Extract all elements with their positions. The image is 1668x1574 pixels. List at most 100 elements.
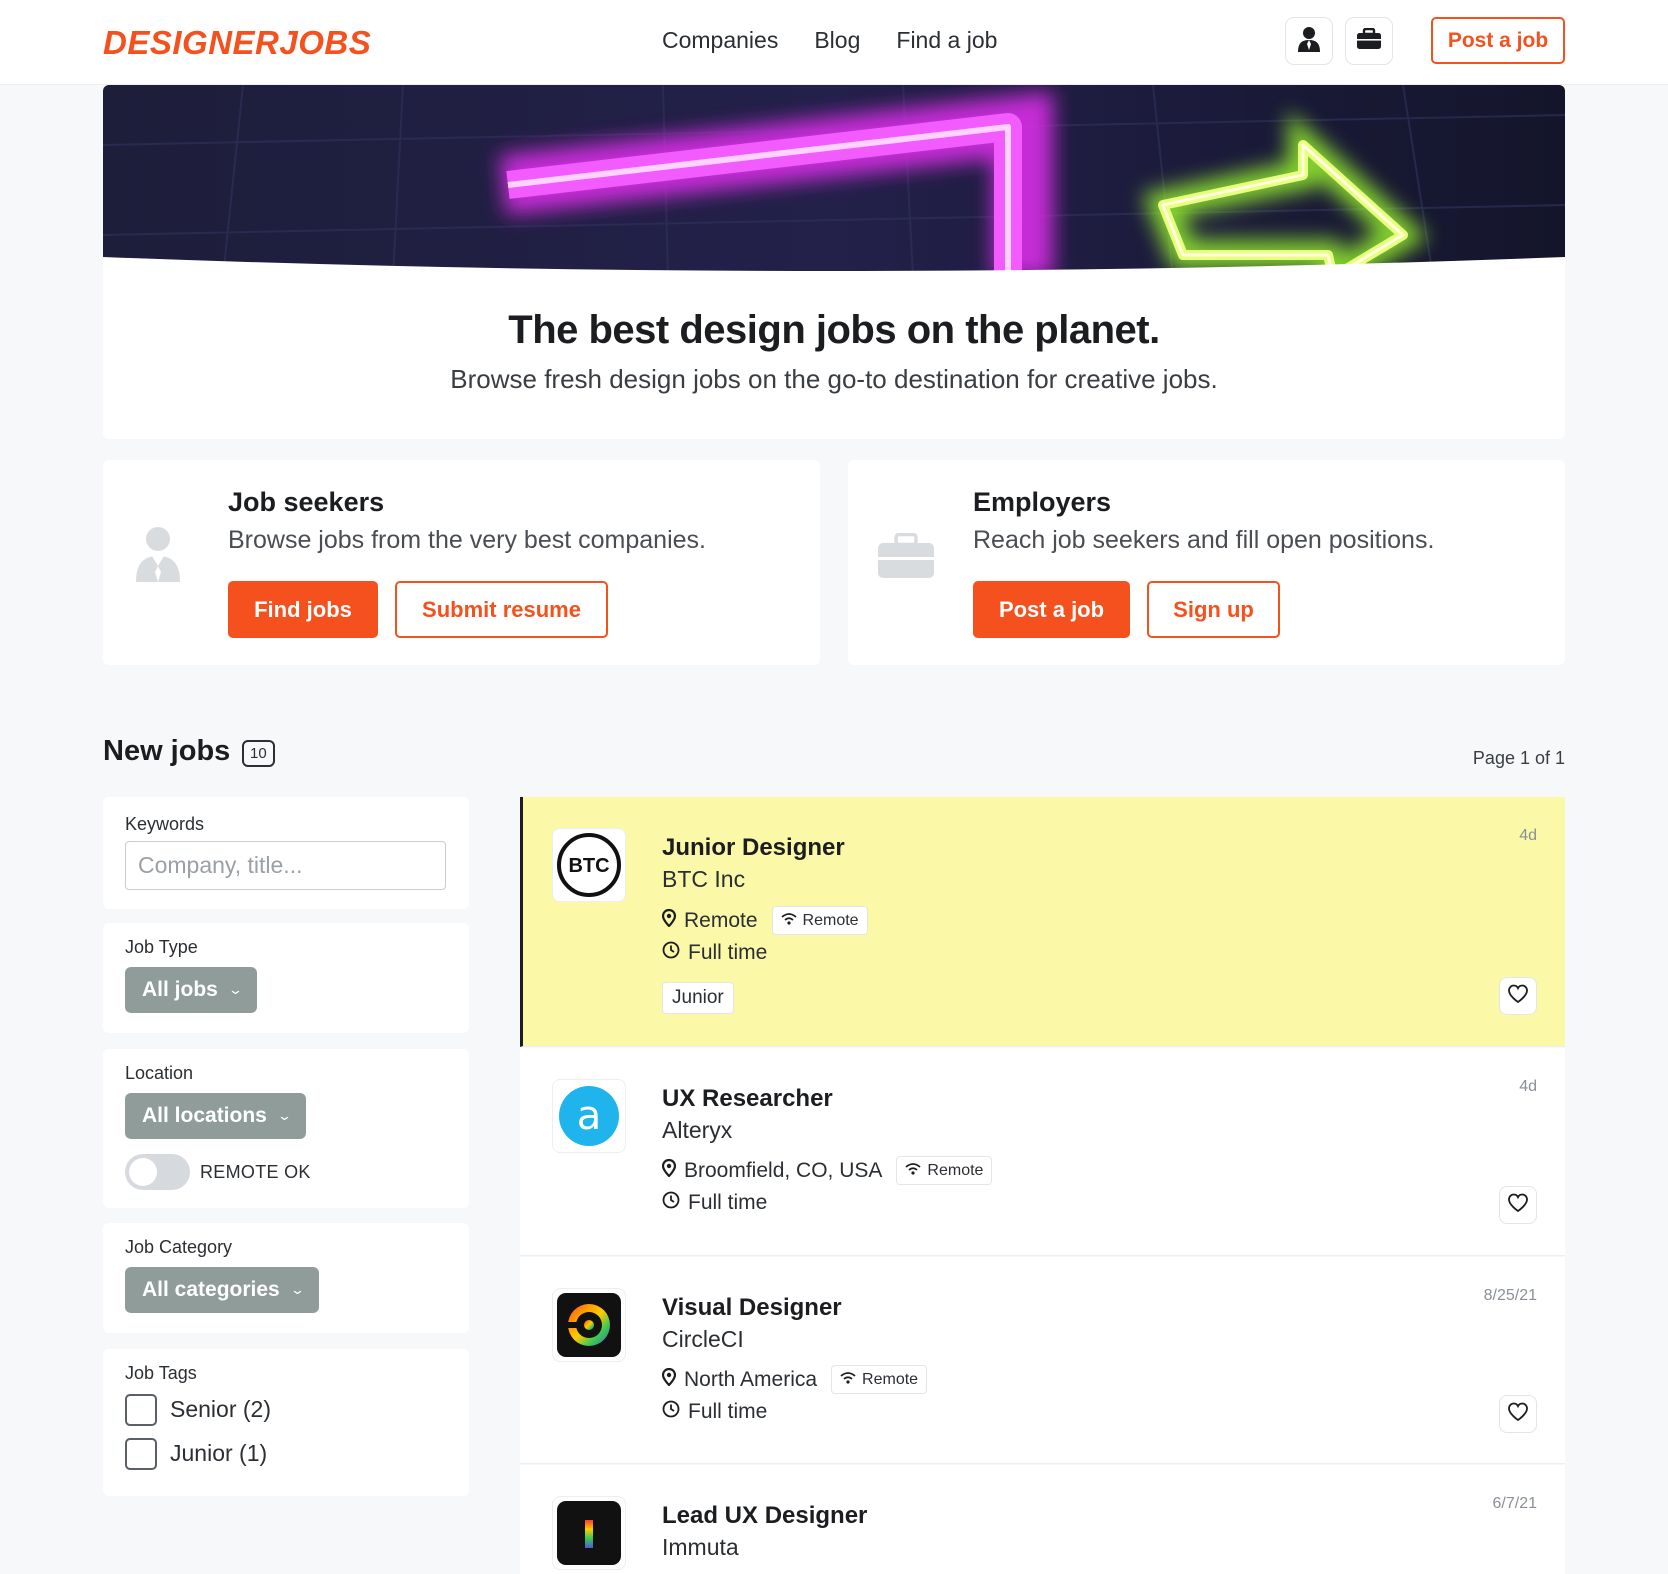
job-tags-filter: Job Tags Senior (2) Junior (1) (103, 1349, 469, 1496)
job-location: North America (684, 1367, 818, 1391)
company-logo (552, 1288, 626, 1362)
remote-chip: Remote (896, 1156, 993, 1185)
company-logo: a (552, 1079, 626, 1153)
job-category-label: Job Category (125, 1237, 233, 1257)
save-job-button[interactable] (1499, 1186, 1537, 1224)
find-jobs-button[interactable]: Find jobs (228, 581, 378, 638)
job-type-select[interactable]: All jobs ⌄ (125, 967, 257, 1013)
job-card[interactable]: Lead UX Designer Immuta 6/7/21 (520, 1465, 1565, 1574)
chevron-down-icon: ⌄ (276, 1108, 292, 1123)
wifi-icon (840, 1371, 856, 1389)
briefcase-icon (877, 532, 935, 584)
job-location-row: Remote Remote (661, 906, 868, 935)
location-pin-icon (661, 908, 677, 933)
job-type-label: Job Type (125, 937, 198, 957)
top-navbar: DESIGNERJOBS Companies Blog Find a job P… (0, 0, 1668, 85)
hero-title: The best design jobs on the planet. (508, 308, 1160, 352)
person-icon (1297, 26, 1321, 57)
job-title[interactable]: Visual Designer (662, 1294, 842, 1322)
person-icon (135, 526, 181, 587)
clock-icon (662, 1191, 680, 1215)
employers-title: Employers (973, 487, 1112, 517)
clock-icon (662, 941, 680, 965)
briefcase-icon (1356, 27, 1382, 55)
job-category-filter: Job Category All categories ⌄ (103, 1223, 469, 1333)
save-job-button[interactable] (1499, 1395, 1537, 1433)
job-location-row: Broomfield, CO, USA Remote (661, 1156, 993, 1185)
job-date: 4d (1519, 827, 1537, 844)
job-seekers-title: Job seekers (228, 487, 385, 517)
keywords-filter: Keywords (103, 797, 469, 909)
job-type-filter: Job Type All jobs ⌄ (103, 923, 469, 1033)
job-title[interactable]: Lead UX Designer (662, 1502, 867, 1530)
job-card[interactable]: a UX Researcher Alteryx Broomfield, CO, … (520, 1048, 1565, 1256)
nav-link-find-job[interactable]: Find a job (896, 27, 997, 54)
job-type-value: All jobs (142, 978, 218, 1001)
remote-chip-label: Remote (802, 911, 859, 929)
job-category-select[interactable]: All categories ⌄ (125, 1267, 319, 1313)
submit-resume-button[interactable]: Submit resume (395, 581, 608, 638)
site-logo[interactable]: DESIGNERJOBS (103, 24, 371, 62)
remote-ok-toggle[interactable] (125, 1154, 190, 1190)
company-logo: BTC (552, 828, 626, 902)
nav-link-blog[interactable]: Blog (814, 27, 860, 54)
main-nav: Companies Blog Find a job (662, 27, 997, 54)
job-tag[interactable]: Junior (662, 982, 734, 1014)
job-type-row: Full time (662, 1400, 767, 1424)
job-card[interactable]: BTC Junior Designer BTC Inc Remote Remot… (520, 797, 1565, 1047)
job-tags-label: Job Tags (125, 1363, 197, 1383)
wifi-icon (780, 912, 797, 930)
job-type: Full time (688, 1400, 768, 1423)
location-value: All locations (142, 1104, 267, 1127)
new-jobs-heading: New jobs (103, 735, 231, 767)
tag-label-junior: Junior (1) (170, 1440, 268, 1466)
tag-checkbox-senior[interactable] (125, 1394, 157, 1426)
job-location-row: North America Remote (661, 1365, 928, 1394)
company-name: Alteryx (662, 1117, 733, 1143)
page-indicator: Page 1 of 1 (1472, 748, 1565, 768)
tag-checkbox-junior[interactable] (125, 1438, 157, 1470)
account-button[interactable] (1285, 17, 1333, 65)
job-category-value: All categories (142, 1278, 280, 1301)
nav-link-companies[interactable]: Companies (662, 27, 778, 54)
remote-ok-label: REMOTE OK (200, 1162, 311, 1182)
wifi-icon (905, 1162, 921, 1180)
remote-chip-label: Remote (862, 1370, 919, 1388)
job-location: Remote (684, 908, 758, 932)
location-label: Location (125, 1063, 194, 1083)
remote-chip: Remote (831, 1365, 928, 1394)
location-select[interactable]: All locations ⌄ (125, 1093, 306, 1139)
heart-icon (1507, 984, 1529, 1009)
hero-card: The best design jobs on the planet. Brow… (103, 85, 1565, 439)
hero-subtitle: Browse fresh design jobs on the go-to de… (450, 364, 1218, 394)
location-pin-icon (661, 1367, 677, 1392)
job-type: Full time (688, 941, 768, 964)
employer-button[interactable] (1345, 17, 1393, 65)
job-date: 4d (1519, 1078, 1537, 1095)
company-name: CircleCI (662, 1326, 744, 1352)
job-title[interactable]: UX Researcher (662, 1085, 833, 1113)
hero-banner-image (103, 85, 1565, 277)
job-title[interactable]: Junior Designer (662, 834, 845, 862)
location-pin-icon (661, 1158, 677, 1183)
post-job-nav-button[interactable]: Post a job (1431, 17, 1565, 64)
sign-up-button[interactable]: Sign up (1147, 581, 1280, 638)
job-date: 6/7/21 (1492, 1495, 1537, 1512)
job-type: Full time (688, 1191, 768, 1214)
job-seekers-card: Job seekers Browse jobs from the very be… (103, 460, 820, 665)
chevron-down-icon: ⌄ (227, 982, 243, 997)
keywords-input[interactable] (125, 841, 446, 890)
chevron-down-icon: ⌄ (289, 1282, 305, 1297)
remote-chip: Remote (771, 906, 868, 935)
job-count-badge: 10 (242, 740, 275, 767)
job-card[interactable]: Visual Designer CircleCI North America R… (520, 1257, 1565, 1464)
toggle-knob (129, 1158, 157, 1186)
clock-icon (662, 1400, 680, 1424)
post-job-button[interactable]: Post a job (973, 581, 1130, 638)
tag-label-senior: Senior (2) (170, 1396, 271, 1422)
company-logo-text: a (577, 1093, 602, 1139)
heart-icon (1507, 1402, 1529, 1427)
company-logo-text: BTC (568, 855, 609, 877)
save-job-button[interactable] (1499, 977, 1537, 1015)
job-type-row: Full time (662, 941, 767, 965)
